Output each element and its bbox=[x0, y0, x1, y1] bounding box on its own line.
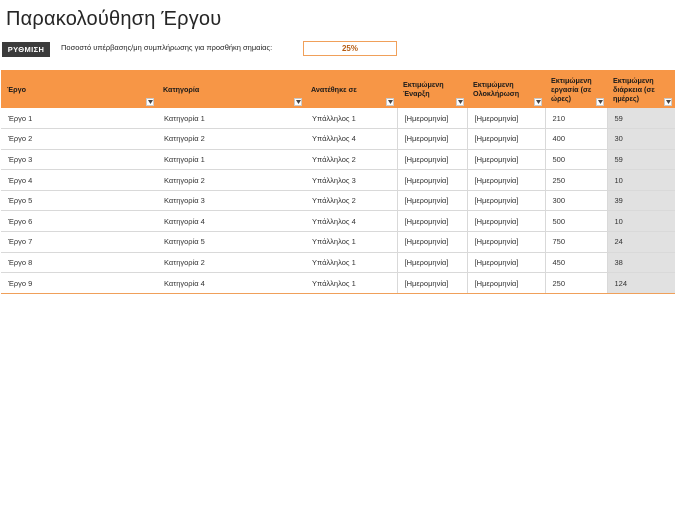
filter-dropdown-icon[interactable] bbox=[534, 98, 542, 106]
column-header-start: Εκτιμώμενη Έναρξη bbox=[397, 70, 467, 108]
setup-button[interactable]: ΡΥΘΜΙΣΗ bbox=[2, 42, 50, 57]
cell-start[interactable]: [Ημερομηνία] bbox=[396, 231, 467, 253]
column-header-label: Εκτιμώμενη εργασία (σε ώρες) bbox=[551, 75, 592, 103]
filter-dropdown-icon[interactable] bbox=[386, 98, 394, 106]
cell-assigned[interactable]: Υπάλληλος 1 bbox=[305, 231, 397, 253]
cell-start[interactable]: [Ημερομηνία] bbox=[396, 169, 467, 191]
table-row: Έργο 9 Κατηγορία 4 Υπάλληλος 1 [Ημερομην… bbox=[1, 272, 675, 294]
column-header-end: Εκτιμώμενη Ολοκλήρωση bbox=[467, 70, 545, 108]
filter-dropdown-icon[interactable] bbox=[664, 98, 672, 106]
cell-assigned[interactable]: Υπάλληλος 2 bbox=[305, 149, 397, 171]
column-header-label: Κατηγορία bbox=[163, 84, 200, 94]
cell-start[interactable]: [Ημερομηνία] bbox=[396, 272, 467, 294]
cell-end[interactable]: [Ημερομηνία] bbox=[466, 210, 545, 233]
filter-dropdown-icon[interactable] bbox=[294, 98, 302, 106]
filter-dropdown-icon[interactable] bbox=[596, 98, 604, 106]
cell-hours[interactable]: 450 bbox=[544, 252, 607, 274]
cell-category[interactable]: Κατηγορία 2 bbox=[157, 169, 305, 191]
cell-start[interactable]: [Ημερομηνία] bbox=[396, 108, 467, 130]
cell-assigned[interactable]: Υπάλληλος 1 bbox=[305, 272, 397, 294]
cell-project[interactable]: Έργο 8 bbox=[1, 252, 157, 274]
cell-days: 39 bbox=[606, 190, 675, 212]
cell-category[interactable]: Κατηγορία 5 bbox=[157, 231, 305, 253]
flag-threshold-label: Ποσοστό υπέρβασης/μη συμπλήρωσης για προ… bbox=[61, 43, 273, 52]
page-title: Παρακολούθηση Έργου bbox=[6, 8, 222, 30]
projects-table: Έργο Κατηγορία Ανατέθηκε σε Εκτιμώμενη Έ… bbox=[1, 70, 675, 294]
cell-assigned[interactable]: Υπάλληλος 1 bbox=[305, 108, 397, 130]
cell-assigned[interactable]: Υπάλληλος 3 bbox=[305, 169, 397, 191]
table-row: Έργο 6 Κατηγορία 4 Υπάλληλος 4 [Ημερομην… bbox=[1, 210, 675, 233]
cell-start[interactable]: [Ημερομηνία] bbox=[396, 149, 467, 171]
column-header-days: Εκτιμώμενη διάρκεια (σε ημέρες) bbox=[607, 70, 675, 108]
cell-category[interactable]: Κατηγορία 2 bbox=[157, 252, 305, 274]
table-row: Έργο 1 Κατηγορία 1 Υπάλληλος 1 [Ημερομην… bbox=[1, 108, 675, 130]
cell-end[interactable]: [Ημερομηνία] bbox=[466, 108, 545, 130]
cell-assigned[interactable]: Υπάλληλος 4 bbox=[305, 128, 397, 150]
cell-days: 24 bbox=[606, 231, 675, 253]
cell-hours[interactable]: 300 bbox=[544, 190, 607, 212]
table-row: Έργο 8 Κατηγορία 2 Υπάλληλος 1 [Ημερομην… bbox=[1, 252, 675, 274]
cell-end[interactable]: [Ημερομηνία] bbox=[466, 272, 545, 294]
flag-threshold-input[interactable]: 25% bbox=[303, 41, 397, 56]
filter-dropdown-icon[interactable] bbox=[146, 98, 154, 106]
cell-assigned[interactable]: Υπάλληλος 4 bbox=[305, 210, 397, 233]
cell-project[interactable]: Έργο 9 bbox=[1, 272, 157, 294]
cell-end[interactable]: [Ημερομηνία] bbox=[466, 190, 545, 212]
cell-end[interactable]: [Ημερομηνία] bbox=[466, 169, 545, 191]
cell-hours[interactable]: 210 bbox=[544, 108, 607, 130]
cell-hours[interactable]: 400 bbox=[544, 128, 607, 150]
cell-assigned[interactable]: Υπάλληλος 2 bbox=[305, 190, 397, 212]
cell-hours[interactable]: 750 bbox=[544, 231, 607, 253]
cell-start[interactable]: [Ημερομηνία] bbox=[396, 252, 467, 274]
column-header-label: Εκτιμώμενη Έναρξη bbox=[403, 80, 444, 98]
filter-dropdown-icon[interactable] bbox=[456, 98, 464, 106]
cell-project[interactable]: Έργο 1 bbox=[1, 108, 157, 130]
cell-start[interactable]: [Ημερομηνία] bbox=[396, 210, 467, 233]
cell-hours[interactable]: 250 bbox=[544, 272, 607, 294]
cell-days: 38 bbox=[606, 252, 675, 274]
cell-project[interactable]: Έργο 5 bbox=[1, 190, 157, 212]
cell-days: 59 bbox=[606, 108, 675, 130]
column-header-label: Εκτιμώμενη Ολοκλήρωση bbox=[473, 80, 520, 98]
cell-end[interactable]: [Ημερομηνία] bbox=[466, 231, 545, 253]
table-row: Έργο 3 Κατηγορία 1 Υπάλληλος 2 [Ημερομην… bbox=[1, 149, 675, 171]
cell-days: 124 bbox=[606, 272, 675, 294]
cell-days: 10 bbox=[606, 169, 675, 191]
cell-end[interactable]: [Ημερομηνία] bbox=[466, 149, 545, 171]
cell-category[interactable]: Κατηγορία 4 bbox=[157, 272, 305, 294]
cell-category[interactable]: Κατηγορία 1 bbox=[157, 108, 305, 130]
cell-category[interactable]: Κατηγορία 2 bbox=[157, 128, 305, 150]
table-row: Έργο 4 Κατηγορία 2 Υπάλληλος 3 [Ημερομην… bbox=[1, 169, 675, 191]
cell-end[interactable]: [Ημερομηνία] bbox=[466, 128, 545, 150]
table-row: Έργο 7 Κατηγορία 5 Υπάλληλος 1 [Ημερομην… bbox=[1, 231, 675, 253]
cell-hours[interactable]: 500 bbox=[544, 149, 607, 171]
cell-project[interactable]: Έργο 2 bbox=[1, 128, 157, 150]
column-header-category: Κατηγορία bbox=[157, 70, 305, 108]
cell-start[interactable]: [Ημερομηνία] bbox=[396, 128, 467, 150]
column-header-assigned: Ανατέθηκε σε bbox=[305, 70, 397, 108]
cell-assigned[interactable]: Υπάλληλος 1 bbox=[305, 252, 397, 274]
cell-category[interactable]: Κατηγορία 4 bbox=[157, 210, 305, 233]
cell-project[interactable]: Έργο 6 bbox=[1, 210, 157, 233]
cell-hours[interactable]: 250 bbox=[544, 169, 607, 191]
column-header-project: Έργο bbox=[1, 70, 157, 108]
cell-end[interactable]: [Ημερομηνία] bbox=[466, 252, 545, 274]
column-header-hours: Εκτιμώμενη εργασία (σε ώρες) bbox=[545, 70, 607, 108]
cell-days: 30 bbox=[606, 128, 675, 150]
cell-project[interactable]: Έργο 3 bbox=[1, 149, 157, 171]
cell-project[interactable]: Έργο 7 bbox=[1, 231, 157, 253]
cell-days: 59 bbox=[606, 149, 675, 171]
table-row: Έργο 5 Κατηγορία 3 Υπάλληλος 2 [Ημερομην… bbox=[1, 190, 675, 212]
cell-project[interactable]: Έργο 4 bbox=[1, 169, 157, 191]
table-header-row: Έργο Κατηγορία Ανατέθηκε σε Εκτιμώμενη Έ… bbox=[1, 70, 675, 108]
cell-hours[interactable]: 500 bbox=[544, 210, 607, 233]
table-row: Έργο 2 Κατηγορία 2 Υπάλληλος 4 [Ημερομην… bbox=[1, 128, 675, 150]
cell-start[interactable]: [Ημερομηνία] bbox=[396, 190, 467, 212]
column-header-label: Εκτιμώμενη διάρκεια (σε ημέρες) bbox=[613, 75, 655, 103]
cell-category[interactable]: Κατηγορία 1 bbox=[157, 149, 305, 171]
column-header-label: Έργο bbox=[7, 84, 26, 94]
column-header-label: Ανατέθηκε σε bbox=[311, 84, 357, 94]
cell-category[interactable]: Κατηγορία 3 bbox=[157, 190, 305, 212]
cell-days: 10 bbox=[606, 210, 675, 233]
